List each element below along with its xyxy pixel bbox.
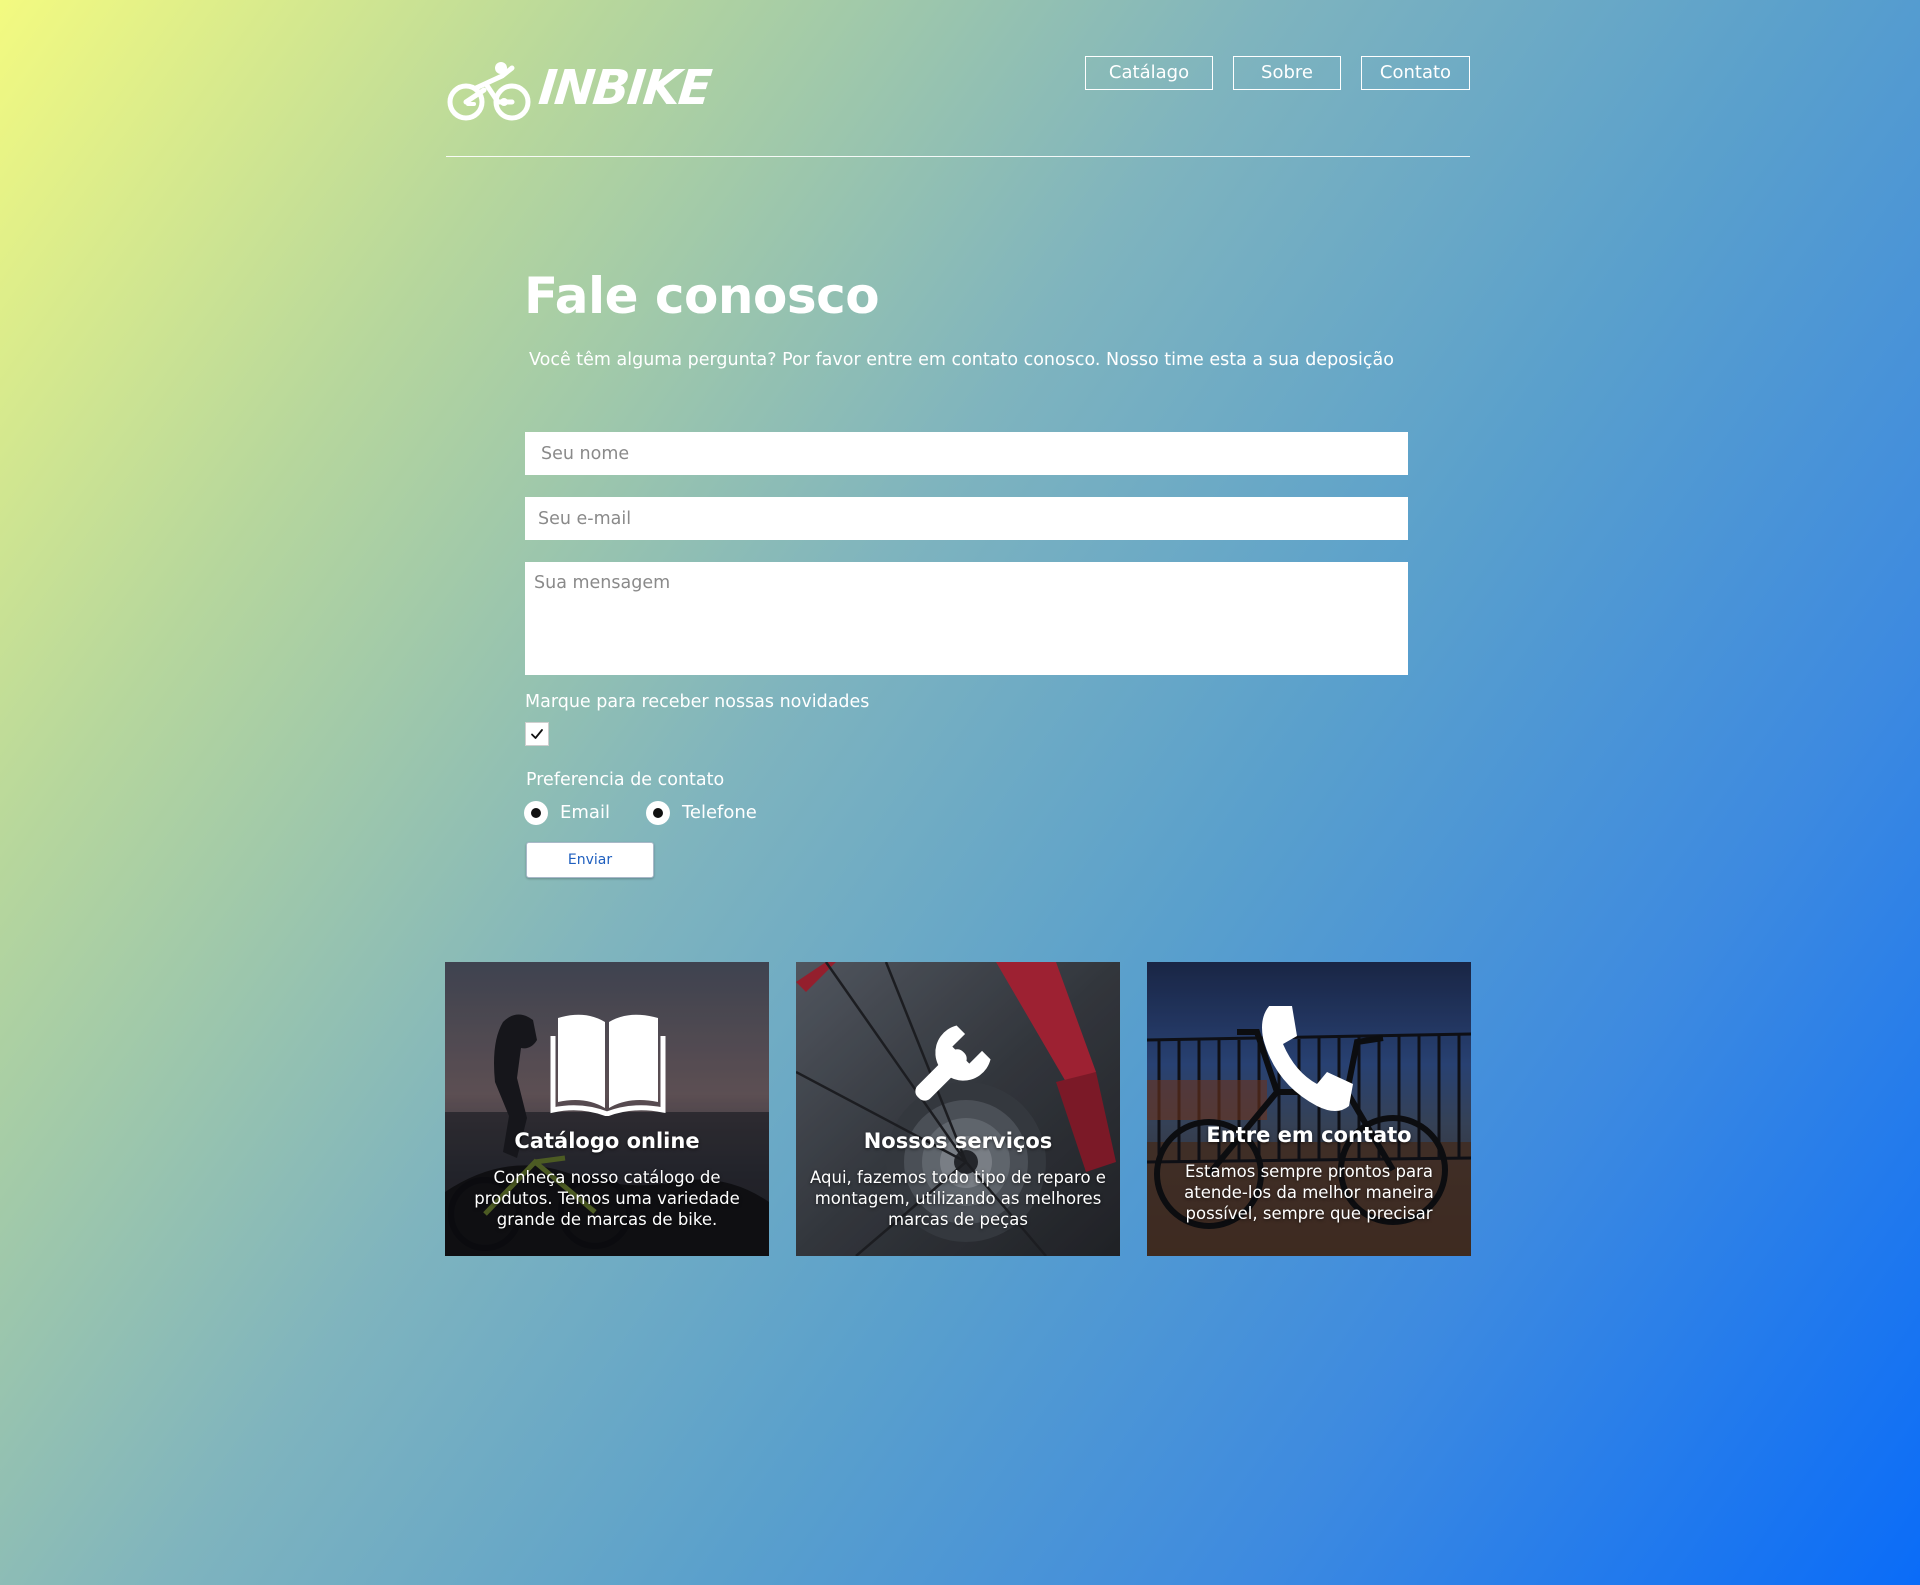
message-textarea[interactable] (525, 562, 1408, 675)
radio-telefone[interactable]: Telefone (645, 801, 757, 825)
brand-name: INBIKE (536, 60, 713, 116)
logo[interactable]: INBIKE (446, 56, 712, 122)
newsletter-checkbox[interactable] (525, 722, 549, 746)
card-servicos[interactable]: Nossos serviços Aqui, fazemos todo tipo … (796, 962, 1120, 1256)
name-input[interactable] (525, 432, 1408, 475)
contact-preference-group: Email Telefone (524, 799, 757, 827)
card-contato-text: Estamos sempre prontos para atende-los d… (1184, 1162, 1434, 1223)
card-contato-title: Entre em contato (1206, 1123, 1412, 1147)
cyclist-icon (447, 62, 531, 121)
radio-telefone-label: Telefone (681, 802, 757, 823)
radio-email-dot[interactable] (524, 801, 548, 825)
feature-cards: Catálogo online Conheça nosso catálogo d… (445, 962, 1472, 1256)
card-catalogo-title: Catálogo online (514, 1129, 700, 1153)
wrench-icon (915, 1025, 991, 1101)
page-subtitle: Você têm alguma pergunta? Por favor entr… (529, 350, 1394, 370)
card-catalogo[interactable]: Catálogo online Conheça nosso catálogo d… (445, 962, 769, 1256)
submit-button[interactable]: Enviar (526, 842, 654, 878)
card-catalogo-text: Conheça nosso catálogo de produtos. Temo… (474, 1168, 740, 1229)
contact-preference-label: Preferencia de contato (526, 770, 725, 790)
card-servicos-text: Aqui, fazemos todo tipo de reparo e mont… (810, 1168, 1106, 1229)
nav-contato-button[interactable]: Contato (1361, 56, 1470, 90)
phone-icon (1262, 1006, 1353, 1111)
checkmark-icon (531, 729, 543, 739)
site-header: INBIKE Catálago Sobre Contato (446, 0, 1470, 157)
nav-sobre-button[interactable]: Sobre (1233, 56, 1341, 90)
card-contato[interactable]: Entre em contato Estamos sempre prontos … (1147, 962, 1471, 1256)
page-title: Fale conosco (524, 267, 880, 325)
card-servicos-title: Nossos serviços (863, 1129, 1053, 1153)
radio-email-label: Email (560, 802, 610, 823)
radio-email[interactable]: Email (524, 801, 610, 825)
radio-telefone-dot[interactable] (645, 801, 670, 825)
email-input[interactable] (525, 497, 1408, 540)
nav-catalogo-button[interactable]: Catálago (1085, 56, 1213, 90)
newsletter-label: Marque para receber nossas novidades (525, 692, 870, 712)
book-icon (550, 1014, 666, 1116)
main-nav: Catálago Sobre Contato (1085, 56, 1470, 90)
